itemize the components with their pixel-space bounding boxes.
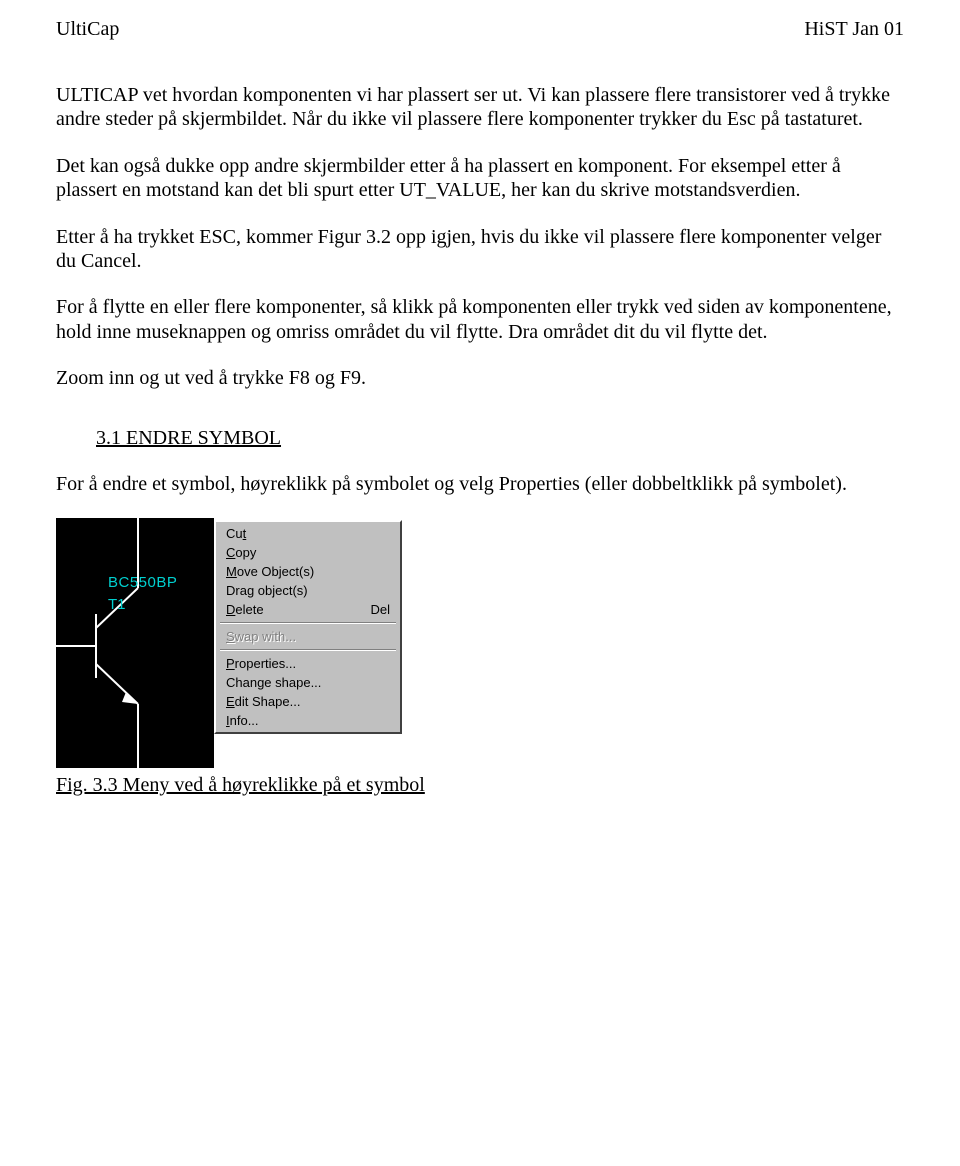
menu-item-3[interactable]: Drag object(s) [218,581,398,600]
menu-item-label: Edit Shape... [226,694,300,709]
menu-item-label: Copy [226,545,256,560]
menu-item-10[interactable]: Edit Shape... [218,692,398,711]
menu-item-label: Delete [226,602,264,617]
paragraph-4: For å flytte en eller flere komponenter,… [56,295,904,344]
menu-item-label: Properties... [226,656,296,671]
menu-item-label: Cut [226,526,246,541]
paragraph-3: Etter å ha trykket ESC, kommer Figur 3.2… [56,225,904,274]
menu-item-1[interactable]: Copy [218,543,398,562]
menu-separator [220,649,396,651]
menu-item-shortcut: Del [370,602,390,617]
paragraph-6: For å endre et symbol, høyreklikk på sym… [56,472,904,496]
paragraph-2: Det kan også dukke opp andre skjermbilde… [56,154,904,203]
menu-item-label: Change shape... [226,675,321,690]
page-header: UltiCap HiST Jan 01 [56,18,904,41]
figure-caption: Fig. 3.3 Meny ved å høyreklikke på et sy… [56,774,904,797]
menu-separator [220,622,396,624]
menu-item-label: Swap with... [226,629,296,644]
menu-item-11[interactable]: Info... [218,711,398,730]
paragraph-1: ULTICAP vet hvordan komponenten vi har p… [56,83,904,132]
menu-item-6: Swap with... [218,627,398,646]
section-heading: 3.1 ENDRE SYMBOL [96,427,904,450]
schematic-part-label: BC550BP [108,574,177,591]
schematic-canvas: BC550BP T1 [56,518,214,768]
menu-item-4[interactable]: Delete Del [218,600,398,619]
transistor-symbol-icon [56,518,214,768]
page: UltiCap HiST Jan 01 ULTICAP vet hvordan … [0,0,960,1166]
menu-item-8[interactable]: Properties... [218,654,398,673]
schematic-ref-label: T1 [108,596,126,613]
menu-item-label: Move Object(s) [226,564,314,579]
header-right: HiST Jan 01 [804,18,904,41]
context-menu: Cut Copy Move Object(s) Drag object(s) Delet… [214,520,402,734]
header-left: UltiCap [56,18,119,41]
paragraph-5: Zoom inn og ut ved å trykke F8 og F9. [56,366,904,390]
menu-item-label: Drag object(s) [226,583,308,598]
menu-item-0[interactable]: Cut [218,524,398,543]
menu-item-2[interactable]: Move Object(s) [218,562,398,581]
menu-item-9[interactable]: Change shape... [218,673,398,692]
menu-item-label: Info... [226,713,259,728]
embedded-screenshot: BC550BP T1 Cut Copy Move Object(s) Drag obj… [56,518,904,768]
